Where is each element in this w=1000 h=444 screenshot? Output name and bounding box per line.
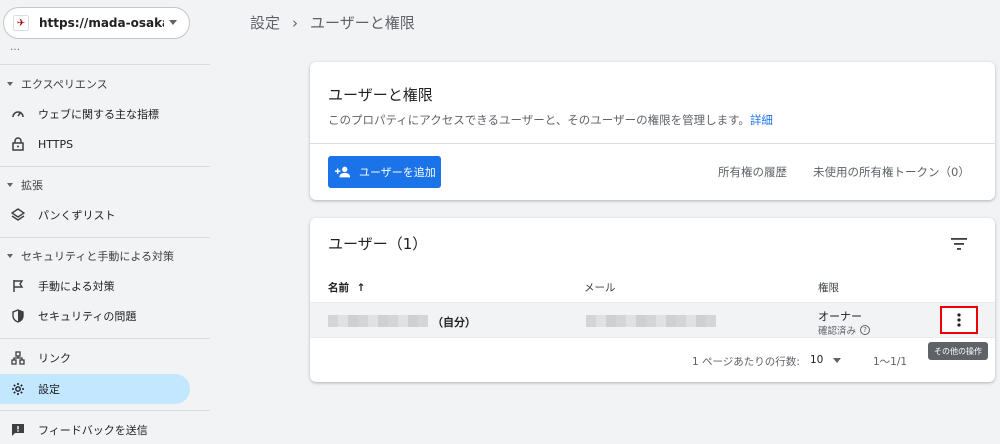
chevron-down-icon [169,20,177,25]
rows-per-page-value: 10 [810,354,824,366]
sidebar-item-label: ウェブに関する主な指標 [38,108,159,121]
sort-arrow-up-icon: ↑ [356,282,366,294]
person-add-icon [335,164,351,180]
divider [310,143,995,144]
sidebar: ✈ https://mada-osaka.blo... … エクスペリエンス ウ… [0,0,210,444]
role-label: オーナー [818,310,862,323]
sidebar-item-https[interactable]: HTTPS [0,129,190,159]
help-icon[interactable]: ? [860,325,871,335]
flag-icon [10,278,26,294]
redacted-name [328,315,428,327]
column-name-label: 名前 [328,282,349,294]
card-description-text: このプロパティにアクセスできるユーザーと、そのユーザーの権限を管理します。 [328,113,750,127]
rows-per-page-label: 1 ページあたりの行数: [692,356,800,368]
section-label: セキュリティと手動による対策 [21,250,175,263]
rows-per-page-select[interactable]: 10 [810,354,842,366]
sidebar-item-security-issues[interactable]: セキュリティの問題 [0,301,190,331]
card-title: ユーザーと権限 [328,86,433,104]
section-enhancements[interactable]: 拡張 [7,176,43,194]
section-experience[interactable]: エクスペリエンス [7,75,108,93]
more-vert-icon [957,313,961,327]
shield-icon [10,308,26,324]
sidebar-item-settings[interactable]: 設定 [0,374,190,404]
ownership-history-link[interactable]: 所有権の履歴 [718,164,787,180]
users-permissions-card: ユーザーと権限 このプロパティにアクセスできるユーザーと、そのユーザーの権限を管… [310,62,995,200]
add-user-button[interactable]: ユーザーを追加 [328,156,441,188]
layers-icon [10,207,26,223]
verified-status: 確認済み ? [818,323,871,337]
triangle-down-icon [7,82,13,86]
card-description: このプロパティにアクセスできるユーザーと、そのユーザーの権限を管理します。詳細 [328,112,773,128]
add-user-label: ユーザーを追加 [359,166,436,179]
sidebar-item-label: フィードバックを送信 [38,424,148,437]
sidebar-item-label: パンくずリスト [38,209,116,222]
breadcrumb-current: ユーザーと権限 [310,14,415,32]
breadcrumb-separator: › [292,13,299,32]
triangle-down-icon [7,254,13,258]
more-actions-button[interactable] [940,306,978,334]
chevron-down-icon [833,357,842,363]
section-security[interactable]: セキュリティと手動による対策 [7,247,174,265]
sidebar-item-cutoff[interactable]: … [10,42,190,50]
sidebar-item-core-web-vitals[interactable]: ウェブに関する主な指標 [0,99,190,129]
sitemap-icon [10,350,26,366]
divider [0,237,210,238]
sidebar-item-label: 設定 [38,383,60,396]
gear-icon [10,381,26,397]
property-url: https://mada-osaka.blo... [39,16,164,30]
column-header-email: メール [584,282,616,294]
sidebar-item-breadcrumbs[interactable]: パンくずリスト [0,200,190,230]
column-header-permission: 権限 [818,282,839,294]
section-label: 拡張 [21,179,43,192]
filter-icon[interactable] [949,234,969,254]
redacted-email [586,315,716,327]
sidebar-item-feedback[interactable]: フィードバックを送信 [0,415,190,444]
triangle-down-icon [7,183,13,187]
sidebar-item-label: HTTPS [38,137,74,151]
details-link[interactable]: 詳細 [750,113,773,127]
sidebar-item-manual-actions[interactable]: 手動による対策 [0,271,190,301]
verified-label: 確認済み [818,326,857,337]
users-title: ユーザー（1） [328,235,428,253]
divider [0,166,210,167]
table-row[interactable]: （自分） オーナー 確認済み ? [310,302,995,338]
column-header-name[interactable]: 名前 ↑ [328,280,365,295]
lock-icon [10,136,26,152]
section-label: エクスペリエンス [21,78,108,91]
sidebar-item-label: セキュリティの問題 [38,310,137,323]
more-actions-tooltip: その他の操作 [928,342,988,360]
breadcrumb-parent[interactable]: 設定 [250,12,280,33]
pagination-range: 1〜1/1 [873,356,908,368]
self-label: （自分） [432,316,476,329]
divider [0,410,210,411]
divider [0,64,210,65]
sidebar-item-label: リンク [38,352,71,365]
sidebar-item-label: 手動による対策 [38,280,115,293]
divider [0,338,210,339]
sidebar-item-cutoff-label: … [10,42,20,50]
site-favicon-icon: ✈ [13,15,29,31]
feedback-icon [10,422,26,438]
breadcrumb: 設定 › ユーザーと権限 [250,12,415,33]
property-selector[interactable]: ✈ https://mada-osaka.blo... [3,7,190,39]
gauge-icon [10,106,26,122]
users-card: ユーザー（1） 名前 ↑ メール 権限 （自分） オーナー 確認済み ? 1 ペ… [310,218,995,382]
sidebar-item-links[interactable]: リンク [0,343,190,373]
unused-tokens-link[interactable]: 未使用の所有権トークン（0） [813,164,970,180]
